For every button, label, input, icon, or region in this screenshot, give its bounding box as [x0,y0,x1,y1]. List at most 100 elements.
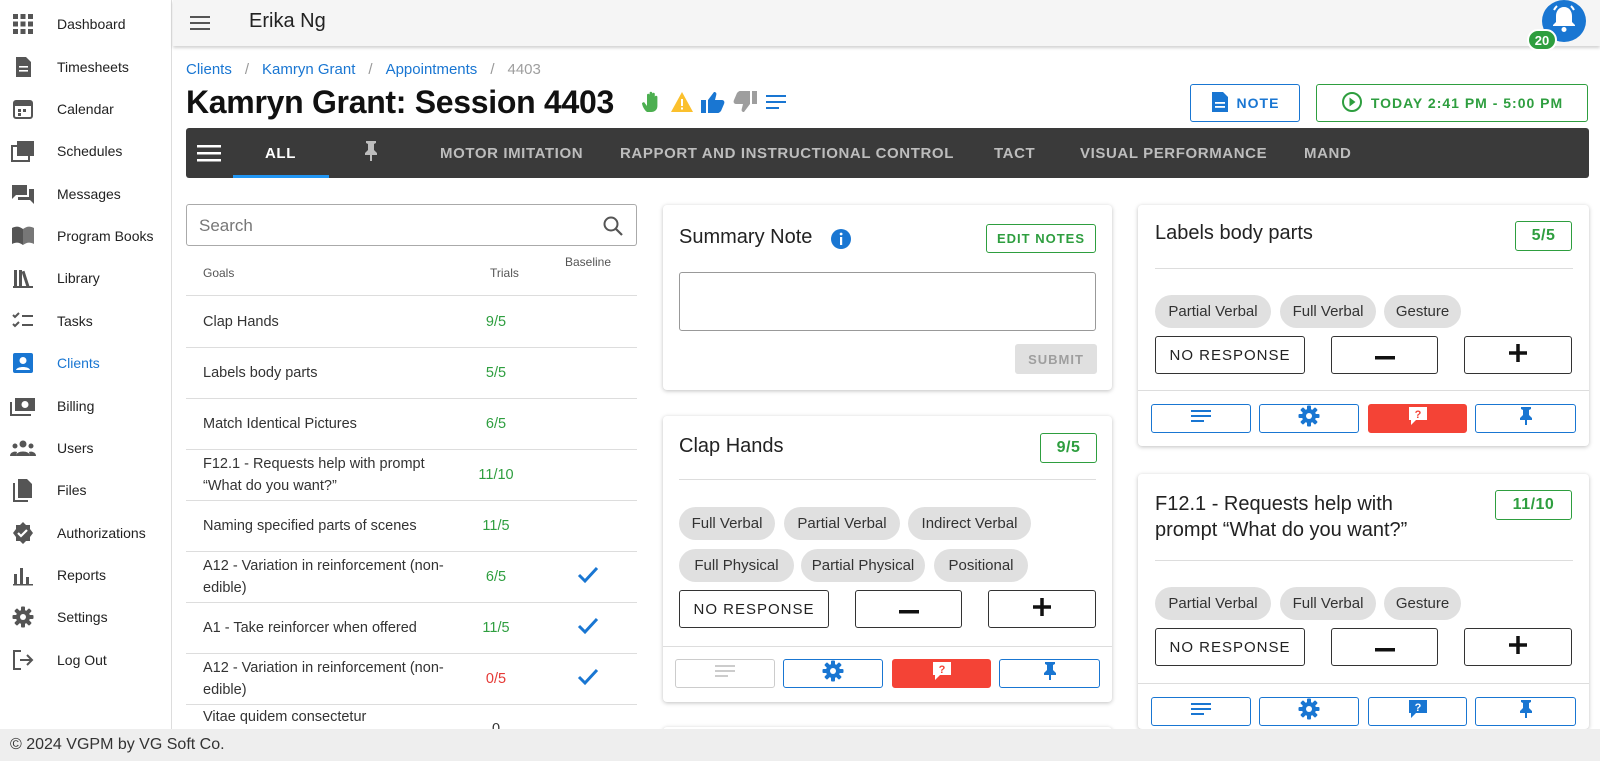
sidebar-item-users[interactable]: Users [0,428,172,468]
goal-question-button[interactable]: ? [1368,697,1467,726]
goal-settings-button[interactable] [1259,404,1359,433]
table-row[interactable]: Labels body parts 5/5 [186,348,637,399]
prompt-chip[interactable]: Gesture [1384,295,1461,328]
sidebar-item-tasks[interactable]: Tasks [0,301,172,341]
goal-notes-button[interactable] [1151,404,1251,433]
table-row[interactable]: A1 - Take reinforcer when offered 11/5 [186,603,637,654]
table-row[interactable]: Match Identical Pictures 6/5 [186,399,637,450]
tab-mand[interactable]: MAND [1304,128,1351,178]
hand-icon[interactable] [640,90,664,119]
sidebar-item-messages[interactable]: Messages [0,174,172,214]
prompt-chip[interactable]: Full Verbal [1280,295,1376,328]
sidebar-item-label: Library [57,270,100,286]
sidebar-item-library[interactable]: Library [0,258,172,298]
gear-icon [1298,405,1320,432]
sidebar-item-authorizations[interactable]: Authorizations [0,513,172,553]
tab-all[interactable]: ALL [265,128,296,178]
column-header-baseline[interactable]: Baseline [565,255,611,269]
sidebar-item-files[interactable]: Files [0,470,172,510]
prompt-chip[interactable]: Partial Verbal [1155,587,1271,620]
svg-text:?: ? [1414,702,1421,714]
goal-notes-button[interactable] [675,659,775,688]
decrement-button[interactable] [855,590,962,628]
sidebar-item-settings[interactable]: Settings [0,597,172,637]
goal-trials: 11/5 [482,620,510,636]
note-button[interactable]: NOTE [1190,84,1300,122]
prompt-chip[interactable]: Full Verbal [679,507,775,540]
svg-text:?: ? [938,664,945,676]
edit-notes-button[interactable]: EDIT NOTES [986,224,1096,253]
prompt-chip[interactable]: Partial Physical [801,549,925,582]
tab-visual-performance[interactable]: VISUAL PERFORMANCE [1080,128,1267,178]
tab-motor-imitation[interactable]: MOTOR IMITATION [440,128,583,178]
prompt-chip[interactable]: Full Verbal [1280,587,1376,620]
prompt-chip[interactable]: Partial Verbal [1155,295,1271,328]
table-row[interactable]: A12 - Variation in reinforcement (non-ed… [186,654,637,705]
breadcrumb-link-appointments[interactable]: Appointments [386,61,478,78]
breadcrumb-link-client[interactable]: Kamryn Grant [262,61,355,78]
tab-pinned[interactable] [362,128,380,178]
goal-settings-button[interactable] [783,659,883,688]
sidebar-item-schedules[interactable]: Schedules [0,131,172,171]
plus-icon [1509,636,1527,658]
prompt-chip[interactable]: Gesture [1384,587,1461,620]
session-time-button[interactable]: TODAY 2:41 PM - 5:00 PM [1316,84,1588,122]
sidebar-item-program-books[interactable]: Program Books [0,216,172,256]
goal-question-button[interactable]: ? [892,659,991,688]
bar-chart-icon [10,562,36,588]
prompt-chip[interactable]: Partial Verbal [784,507,900,540]
question-comment-icon: ? [931,661,953,686]
info-icon[interactable] [830,228,852,255]
tab-rapport-and-instructional-control[interactable]: RAPPORT AND INSTRUCTIONAL CONTROL [620,128,954,178]
sidebar-item-timesheets[interactable]: Timesheets [0,47,172,87]
notes-icon [1191,408,1211,429]
increment-button[interactable] [1464,336,1572,374]
search-icon[interactable] [602,215,624,242]
minus-icon [1374,639,1395,656]
submit-button[interactable]: SUBMIT [1015,344,1097,374]
decrement-button[interactable] [1331,628,1438,666]
note-icon [1211,91,1229,116]
no-response-button[interactable]: NO RESPONSE [1155,628,1305,666]
increment-button[interactable] [1464,628,1572,666]
sidebar-item-reports[interactable]: Reports [0,555,172,595]
prompt-chip[interactable]: Indirect Verbal [908,507,1031,540]
goal-pin-button[interactable] [999,659,1100,688]
pin-icon [362,140,380,166]
sidebar-item-billing[interactable]: Billing [0,386,172,426]
increment-button[interactable] [988,590,1096,628]
table-row[interactable]: Clap Hands 9/5 [186,297,637,348]
goal-pin-button[interactable] [1475,697,1576,726]
table-row[interactable]: Naming specified parts of scenes 11/5 [186,501,637,552]
table-row[interactable]: A12 - Variation in reinforcement (non-ed… [186,552,637,603]
goal-notes-button[interactable] [1151,697,1251,726]
column-header-trials[interactable]: Trials [490,266,519,280]
breadcrumb-link-clients[interactable]: Clients [186,61,232,78]
sidebar-item-clients[interactable]: Clients [0,343,172,383]
summary-note-textarea[interactable] [679,272,1096,331]
goal-pin-button[interactable] [1475,404,1576,433]
sidebar-item-calendar[interactable]: Calendar [0,89,172,129]
table-row[interactable]: F12.1 - Requests help with prompt “What … [186,450,637,501]
goal-settings-button[interactable] [1259,697,1359,726]
menu-icon[interactable] [196,141,222,165]
thumbs-up-icon[interactable] [700,90,726,119]
warning-icon[interactable] [670,91,694,118]
decrement-button[interactable] [1331,336,1438,374]
search-input[interactable] [199,214,579,238]
prompt-chip[interactable]: Positional [934,549,1028,582]
menu-icon[interactable] [189,12,211,34]
no-response-button[interactable]: NO RESPONSE [679,590,829,628]
goal-question-button[interactable]: ? [1368,404,1467,433]
goal-name: A12 - Variation in reinforcement (non-ed… [203,558,444,596]
notes-icon[interactable] [764,92,788,117]
goal-trials: 0 [491,721,501,729]
prompt-chip[interactable]: Full Physical [679,549,794,582]
column-header-goals[interactable]: Goals [203,266,234,280]
tab-tact[interactable]: TACT [994,128,1035,178]
sidebar-item-dashboard[interactable]: Dashboard [0,4,172,44]
no-response-button[interactable]: NO RESPONSE [1155,336,1305,374]
thumbs-down-icon[interactable] [732,90,758,119]
sidebar-item-log-out[interactable]: Log Out [0,640,172,680]
table-row[interactable]: Vitae quidem consectetur 0 [186,705,637,729]
